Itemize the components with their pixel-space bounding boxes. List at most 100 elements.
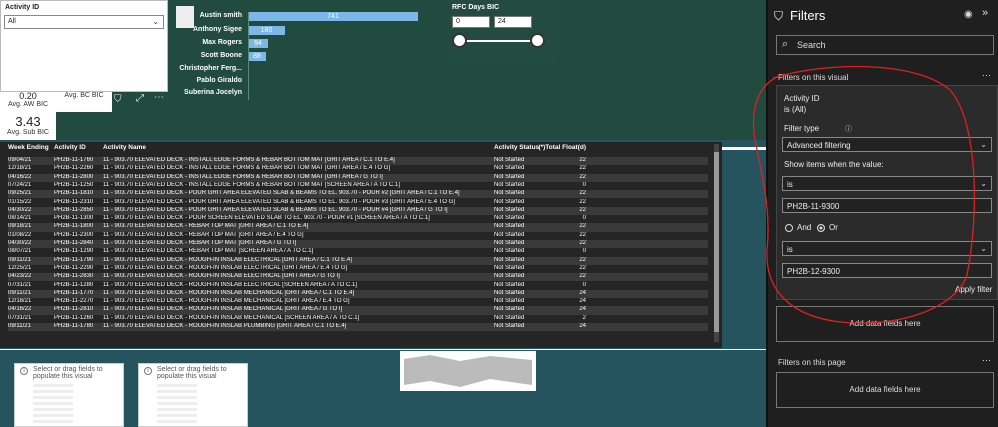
slicer-title: Activity ID: [5, 4, 40, 11]
col-activity-name[interactable]: Activity Name: [103, 144, 146, 151]
slider-max-handle[interactable]: [530, 33, 545, 48]
cell-activity-id: PH2B-11-1300: [54, 215, 94, 222]
table-row[interactable]: 08/14/21 PH2B-11-1300 11 - 903.70 ELEVATED…: [8, 215, 708, 223]
cell-activity-id: PH2B-11-2310: [54, 198, 94, 205]
kpi-sub-bic: 3.43 Avg. Sub BIC: [0, 112, 56, 140]
cell-activity-status: Not Started: [494, 306, 525, 313]
col-activity-status[interactable]: Activity Status: [494, 144, 539, 151]
table-row[interactable]: 09/18/21 PH2B-11-1800 11 - 903.70 ELEVATED…: [8, 223, 708, 232]
cell-week-ending: 12/18/21: [8, 165, 32, 172]
cell-total-float: 2: [582, 314, 586, 321]
kpi-label: Avg. Sub BIC: [7, 129, 49, 136]
slider-min-handle[interactable]: [452, 33, 467, 48]
cell-week-ending: 12/25/21: [8, 264, 32, 271]
cell-activity-id: PH2B-11-2270: [54, 298, 94, 305]
filters-search-input[interactable]: Search: [776, 35, 994, 55]
cell-activity-status: Not Started: [494, 281, 525, 288]
col-activity-id[interactable]: Activity ID: [54, 144, 86, 151]
table-row[interactable]: 07/31/21 PH2B-11-1280 11 - 903.70 ELEVATED…: [8, 282, 708, 290]
cell-activity-status: Not Started: [494, 181, 525, 188]
bar-chart: Austin smith 741 Anthony Sigee 180 Max R…: [172, 12, 422, 102]
rfc-min-input[interactable]: 0: [452, 16, 490, 28]
cell-week-ending: 01/08/22: [8, 231, 32, 238]
cell-activity-id: PH2B-11-2810: [54, 306, 94, 313]
rfc-title: RFC Days BIC: [452, 4, 500, 11]
cell-total-float: 22: [579, 240, 586, 246]
cell-activity-status: Not Started: [494, 231, 525, 238]
cell-activity-name: 11 - 903.70 ELEVATED DECK - ROUGH-IN INS…: [103, 298, 350, 305]
rfc-days-slicer[interactable]: RFC Days BIC 0 24: [448, 0, 556, 62]
activity-id-slicer[interactable]: Activity ID All ⌄: [0, 0, 168, 92]
cell-activity-status: Not Started: [494, 223, 525, 230]
kpi-label: Avg. AW BIC: [7, 101, 49, 108]
table-row[interactable]: 12/18/21 PH2B-11-2270 11 - 903.70 ELEVATED…: [8, 298, 708, 306]
cell-total-float: 22: [579, 264, 586, 271]
more-options-icon[interactable]: ⋯: [154, 92, 164, 103]
bar[interactable]: 180: [248, 26, 285, 35]
cell-activity-name: 11 - 903.70 ELEVATED DECK - ROUGH-IN INS…: [103, 306, 343, 313]
more-options-icon[interactable]: ⋯: [982, 355, 991, 366]
table-row[interactable]: 04/16/22 PH2B-11-2800 11 - 903.70 ELEVATED…: [8, 173, 708, 182]
table-row[interactable]: 12/18/21 PH2B-11-2260 11 - 903.70 ELEVATED…: [8, 165, 708, 173]
slicer-value: All: [8, 18, 16, 25]
empty-visual-placeholder[interactable]: i Select or drag fields to populate this…: [14, 363, 124, 427]
cell-activity-status: Not Started: [494, 264, 525, 271]
cell-week-ending: 09/25/21: [8, 190, 32, 197]
cell-activity-id: PH2B-11-1790: [54, 256, 94, 263]
col-total-float[interactable]: (*)Total Float(d): [538, 144, 586, 151]
cell-week-ending: 04/30/22: [8, 206, 32, 213]
rfc-max-input[interactable]: 24: [494, 16, 532, 28]
table-row[interactable]: 09/11/21 PH2B-11-1780 11 - 903.70 ELEVATED…: [8, 323, 708, 332]
table-row[interactable]: 07/31/21 PH2B-11-1260 11 - 903.70 ELEVATED…: [8, 315, 708, 323]
cell-activity-id: PH2B-11-1770: [54, 289, 94, 296]
cell-week-ending: 07/24/21: [8, 181, 32, 188]
filter-icon[interactable]: ⛉: [114, 94, 122, 105]
bar[interactable]: 741: [248, 12, 418, 21]
empty-visual-placeholder[interactable]: i Select or drag fields to populate this…: [138, 363, 248, 427]
chevron-down-icon: ⌄: [152, 17, 159, 26]
filter-icon: ⛉: [774, 9, 784, 23]
table-row[interactable]: 09/04/21 PH2B-11-1760 11 - 903.70 ELEVATED…: [8, 157, 708, 166]
table-row[interactable]: 01/15/22 PH2B-11-2310 11 - 903.70 ELEVATED…: [8, 199, 708, 207]
bar-label: Suberina Jocelyn: [184, 89, 242, 96]
divider-line: [0, 349, 766, 350]
more-options-icon[interactable]: ⋯: [982, 70, 991, 81]
table-row[interactable]: 01/08/22 PH2B-11-2300 11 - 903.70 ELEVATED…: [8, 232, 708, 240]
placeholder-text: Select or drag fields to populate this v…: [33, 366, 103, 380]
cell-week-ending: 07/31/21: [8, 281, 32, 288]
bar[interactable]: 88: [248, 52, 266, 61]
placeholder-text: Select or drag fields to populate this v…: [157, 366, 227, 380]
pane-title: Filters: [790, 8, 826, 23]
slicer-dropdown[interactable]: All ⌄: [4, 15, 164, 29]
kpi-label: Avg. BC BIC: [64, 92, 104, 99]
axis-line: [248, 12, 249, 100]
cell-activity-status: Not Started: [494, 248, 525, 255]
table-row[interactable]: 09/11/21 PH2B-11-1790 11 - 903.70 ELEVATED…: [8, 256, 708, 265]
cell-total-float: 0: [582, 181, 586, 188]
table-row[interactable]: 09/11/21 PH2B-11-1770 11 - 903.70 ELEVATED…: [8, 289, 708, 299]
col-week-ending[interactable]: Week Ending: [8, 144, 49, 151]
table-row[interactable]: 07/24/21 PH2B-11-1250 11 - 903.70 ELEVATED…: [8, 182, 708, 190]
cell-week-ending: 01/15/22: [8, 198, 32, 205]
table-row[interactable]: 12/25/21 PH2B-11-2290 11 - 903.70 ELEVATED…: [8, 265, 708, 273]
table-row[interactable]: 08/07/21 PH2B-11-1290 11 - 903.70 ELEVATED…: [8, 248, 708, 256]
add-data-fields-page[interactable]: Add data fields here: [776, 372, 994, 408]
table-row[interactable]: 04/23/22 PH2B-11-2830 11 - 903.70 ELEVATED…: [8, 273, 708, 282]
cell-activity-status: Not Started: [494, 240, 525, 246]
cell-activity-name: 11 - 903.70 ELEVATED DECK - ROUGH-IN INS…: [103, 281, 357, 288]
collapse-pane-icon[interactable]: »: [982, 7, 988, 19]
bar-label: Max Rogers: [202, 39, 242, 46]
focus-mode-icon[interactable]: ⤢: [136, 93, 144, 104]
bar[interactable]: 94: [248, 39, 268, 48]
cell-activity-status: Not Started: [494, 165, 525, 172]
table-row[interactable]: 09/25/21 PH2B-11-1810 11 - 903.70 ELEVATED…: [8, 190, 708, 199]
scrollbar-thumb[interactable]: [714, 152, 719, 332]
cell-activity-status: Not Started: [494, 256, 525, 263]
table-row[interactable]: 04/16/22 PH2B-11-2810 11 - 903.70 ELEVATED…: [8, 306, 708, 315]
table-row[interactable]: 04/30/22 PH2B-11-2840 11 - 903.70 ELEVATED…: [8, 240, 708, 249]
cell-activity-id: PH2B-11-1260: [54, 314, 94, 321]
eye-icon[interactable]: ◉: [964, 9, 973, 20]
table-row[interactable]: 04/30/22 PH2B-11-2850 11 - 903.70 ELEVATED…: [8, 206, 708, 216]
cell-week-ending: 09/04/21: [8, 157, 32, 163]
cell-activity-name: 11 - 903.70 ELEVATED DECK - ROUGH-IN INS…: [103, 264, 348, 271]
